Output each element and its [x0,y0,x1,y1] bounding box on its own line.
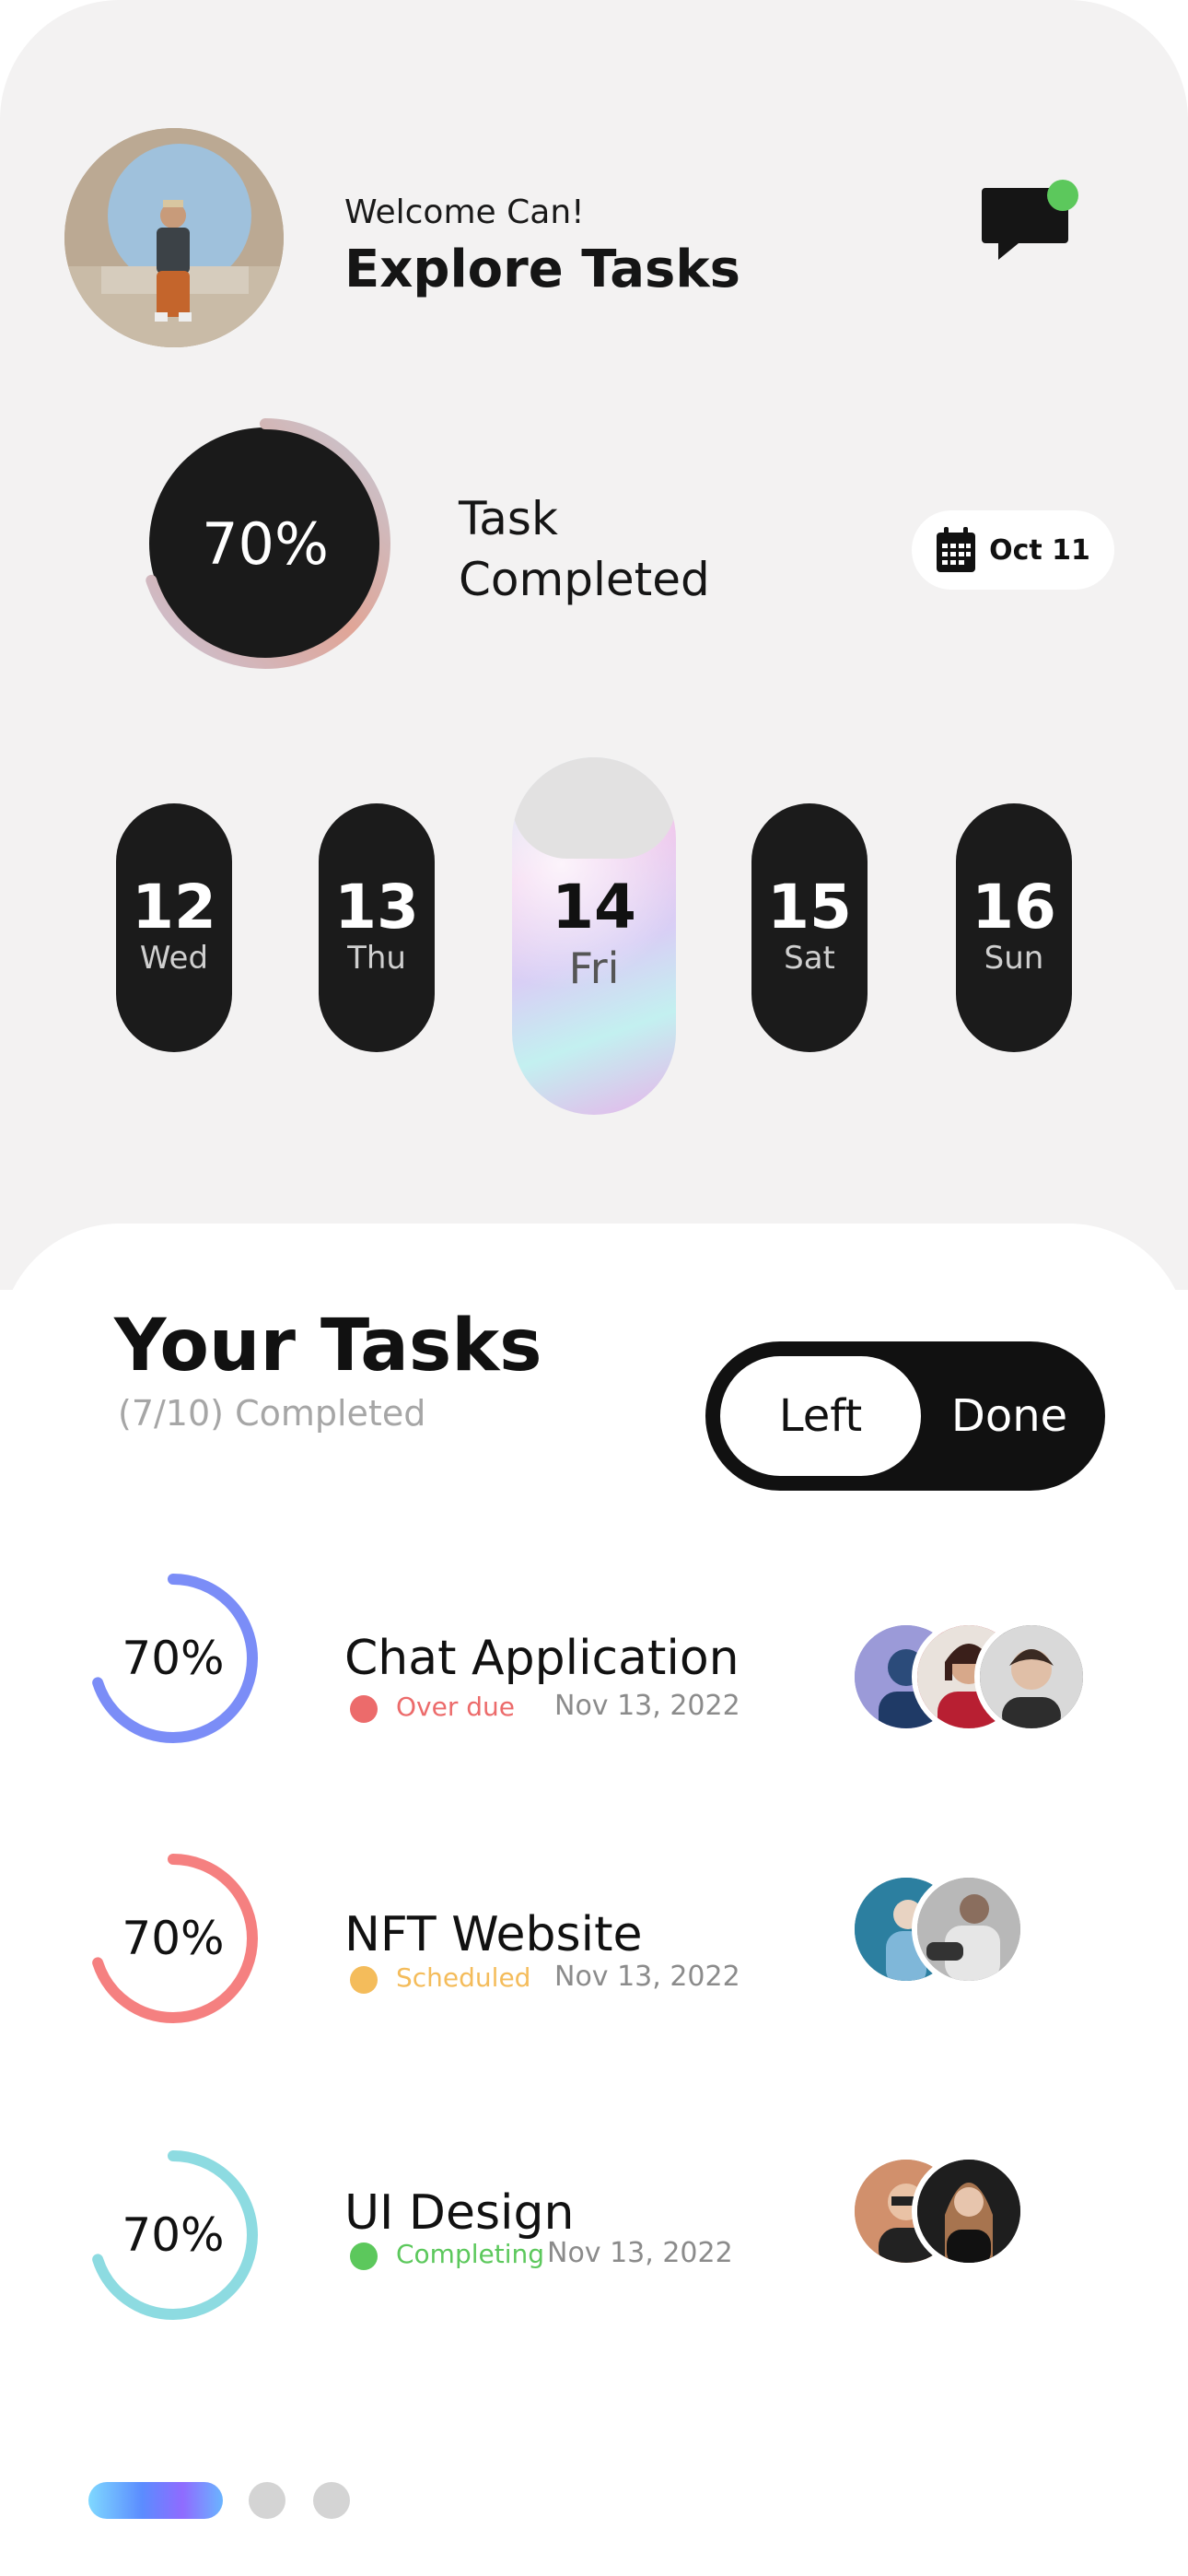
day-12[interactable]: 12 Wed [116,803,232,1052]
left-done-toggle[interactable]: Left Done [705,1341,1105,1491]
notification-dot [1047,180,1078,211]
selected-day-cap [512,757,676,859]
task-percent: 70% [122,1632,225,1685]
status-label: Over due [396,1692,515,1722]
status-label: Completing [396,2239,545,2269]
member-avatar [912,1872,1026,1986]
date-label: Oct 11 [989,533,1090,567]
day-name: Sun [984,940,1044,977]
day-name: Wed [139,940,209,977]
tasks-title: Your Tasks [114,1305,542,1388]
task-name: Chat Application [344,1631,740,1686]
day-number: 15 [767,872,852,943]
day-number: 12 [132,872,216,943]
task-name: UI Design [344,2185,575,2241]
avatar[interactable] [64,128,284,347]
toggle-left-option[interactable]: Left [720,1356,921,1476]
day-13[interactable]: 13 Thu [319,803,435,1052]
day-name: Thu [347,940,406,977]
task-row-nft-website[interactable]: 70% NFT Website Scheduled Nov 13, 2022 [0,1837,1188,2067]
day-number: 13 [334,872,419,943]
calendar-icon [937,527,976,572]
task-row-chat-application[interactable]: 70% Chat Application Over due Nov 13, 20… [0,1557,1188,1787]
date-picker-button[interactable]: Oct 11 [912,510,1114,590]
welcome-text: Welcome Can! [344,193,585,231]
task-date: Nov 13, 2022 [547,2237,733,2269]
day-15[interactable]: 15 Sat [751,803,868,1052]
overall-percent: 70% [202,509,329,578]
pager-active-indicator[interactable] [88,2482,223,2519]
task-percent: 70% [122,2208,225,2262]
toggle-done-option[interactable]: Done [928,1356,1090,1476]
day-name: Fri [568,943,620,993]
day-name: Sat [784,940,835,977]
task-completed-label: Task Completed [459,492,710,606]
day-number: 14 [552,872,636,943]
day-14-selected[interactable]: 14 Fri [512,757,676,1115]
member-avatar [974,1620,1089,1734]
chat-button[interactable] [982,175,1089,276]
task-date: Nov 13, 2022 [554,1690,740,1722]
task-percent: 70% [122,1912,225,1965]
member-avatar [912,2154,1026,2268]
status-dot [350,2242,378,2270]
task-date: Nov 13, 2022 [554,1961,740,1993]
status-label: Scheduled [396,1962,531,1993]
task-name: NFT Website [344,1907,643,1962]
tasks-subtitle: (7/10) Completed [118,1393,426,1434]
day-16[interactable]: 16 Sun [956,803,1072,1052]
status-dot [350,1695,378,1723]
page-title: Explore Tasks [344,240,740,299]
task-row-ui-design[interactable]: 70% UI Design Completing Nov 13, 2022 [0,2134,1188,2364]
chat-icon [982,180,1078,260]
pager-dot[interactable] [249,2482,285,2519]
day-number: 16 [972,872,1056,943]
pager-dot[interactable] [313,2482,350,2519]
status-dot [350,1966,378,1994]
